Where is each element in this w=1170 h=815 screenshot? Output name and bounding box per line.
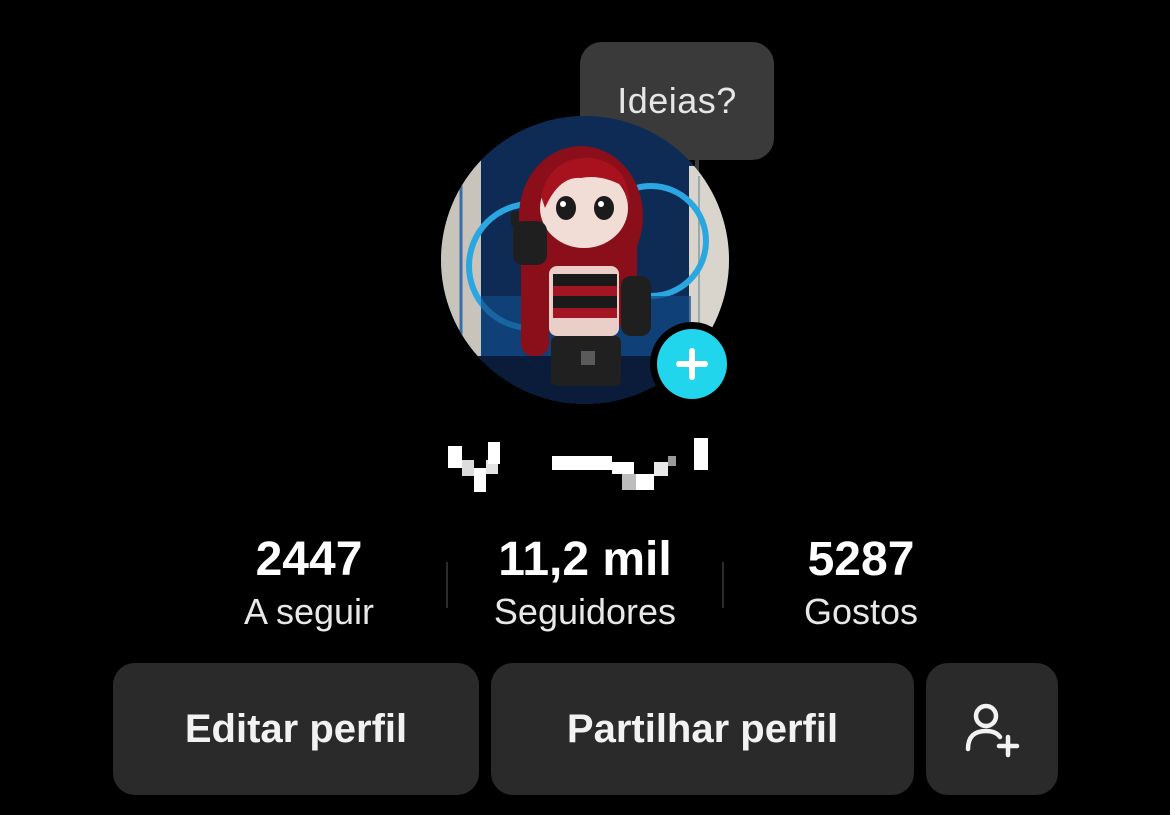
following-stat[interactable]: 2447 A seguir [200, 532, 418, 636]
stats-divider [722, 562, 724, 608]
edit-profile-button[interactable]: Editar perfil [113, 663, 479, 795]
likes-label: Gostos [803, 591, 919, 632]
add-friend-button[interactable] [926, 663, 1058, 795]
followers-count: 11,2 mil [498, 533, 672, 586]
username-redacted [448, 438, 708, 492]
add-avatar-button[interactable] [650, 322, 734, 406]
following-count: 2447 [255, 533, 363, 586]
share-profile-button[interactable]: Partilhar perfil [491, 663, 914, 795]
stats-divider [446, 562, 448, 608]
ideas-tooltip-text: Ideias? [617, 80, 737, 121]
add-avatar-circle [657, 329, 727, 399]
followers-stat[interactable]: 11,2 mil Seguidores [464, 532, 706, 636]
likes-stat[interactable]: 5287 Gostos [752, 532, 970, 636]
following-label: A seguir [243, 591, 375, 632]
followers-label: Seguidores [493, 591, 677, 632]
add-friend-icon [965, 703, 1020, 758]
likes-count: 5287 [807, 533, 915, 586]
plus-icon [676, 348, 708, 380]
